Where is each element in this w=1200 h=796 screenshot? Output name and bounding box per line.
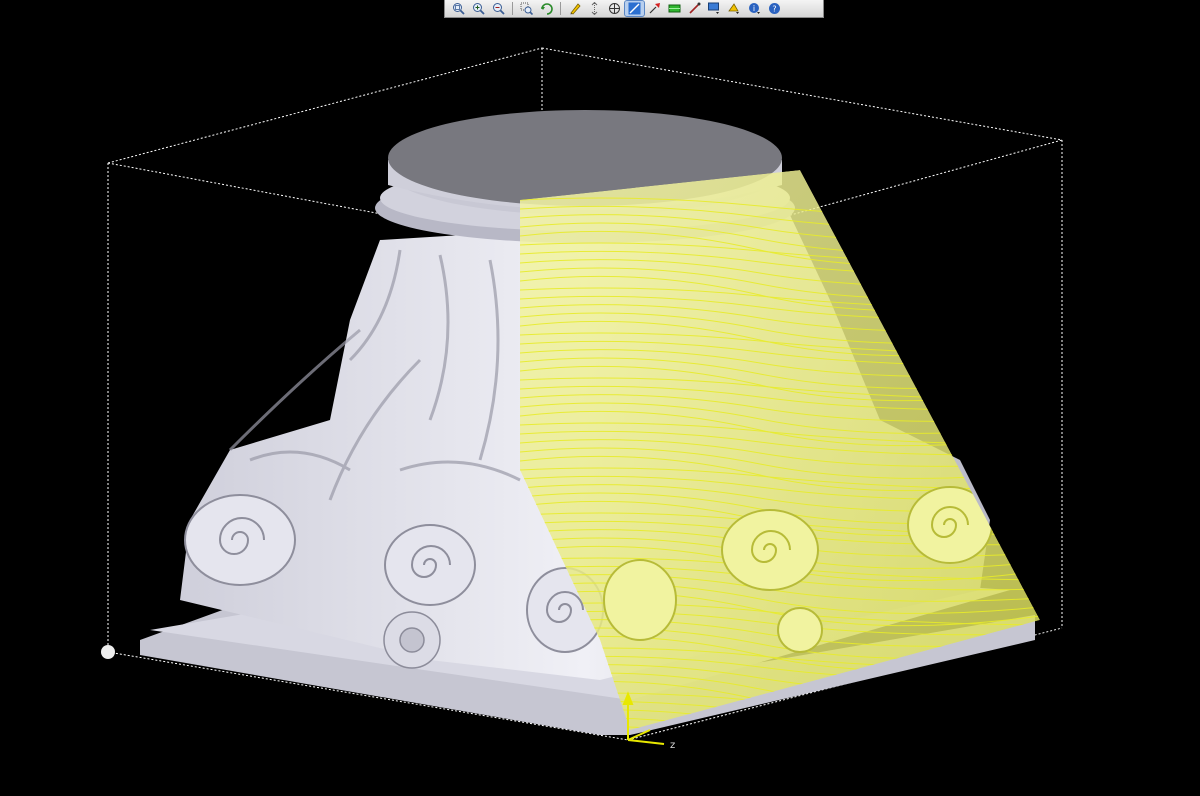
rotate-view-icon (541, 3, 553, 15)
green-plane-button[interactable] (665, 1, 684, 16)
info-dropdown-icon: i (749, 3, 760, 14)
shading-dropdown-button[interactable] (725, 1, 744, 16)
measure-button[interactable] (585, 1, 604, 16)
3d-viewport[interactable]: z (0, 0, 1200, 796)
svg-text:i: i (753, 4, 755, 13)
zoom-out-button[interactable] (489, 1, 508, 16)
zoom-box-button[interactable] (517, 1, 536, 16)
rosette (383, 611, 441, 669)
zoom-fit-button[interactable] (449, 1, 468, 16)
toolpath-view-icon (628, 2, 641, 15)
zoom-in-icon (473, 3, 485, 15)
red-arrow-button[interactable] (645, 1, 664, 16)
target-icon (609, 3, 620, 14)
origin-marker[interactable] (101, 645, 115, 659)
scene-canvas[interactable] (0, 0, 1200, 796)
measure-icon (591, 2, 598, 15)
zoom-box-icon (520, 2, 533, 15)
info-dropdown-button[interactable]: i (745, 1, 764, 16)
help-icon: ? (769, 3, 780, 14)
help-button[interactable]: ? (765, 1, 784, 16)
pencil-icon (570, 3, 581, 15)
shading-dropdown-icon (728, 3, 739, 14)
toolbar-separator (512, 2, 513, 15)
toolbar-separator (560, 2, 561, 15)
zoom-in-button[interactable] (469, 1, 488, 16)
probe-button[interactable] (685, 1, 704, 16)
display-dropdown-icon (708, 2, 719, 14)
rotate-view-button[interactable] (537, 1, 556, 16)
view-toolbar: i? (444, 0, 824, 18)
target-button[interactable] (605, 1, 624, 16)
toolpath-view-button[interactable] (624, 0, 645, 17)
svg-text:?: ? (772, 5, 776, 14)
pencil-button[interactable] (565, 1, 584, 16)
green-plane-icon (668, 4, 681, 13)
display-dropdown-button[interactable] (705, 1, 724, 16)
zoom-fit-icon (453, 3, 465, 15)
zoom-out-icon (493, 3, 505, 15)
red-arrow-icon (649, 3, 660, 14)
axis-z-label: z (670, 740, 676, 751)
probe-icon (689, 2, 701, 14)
